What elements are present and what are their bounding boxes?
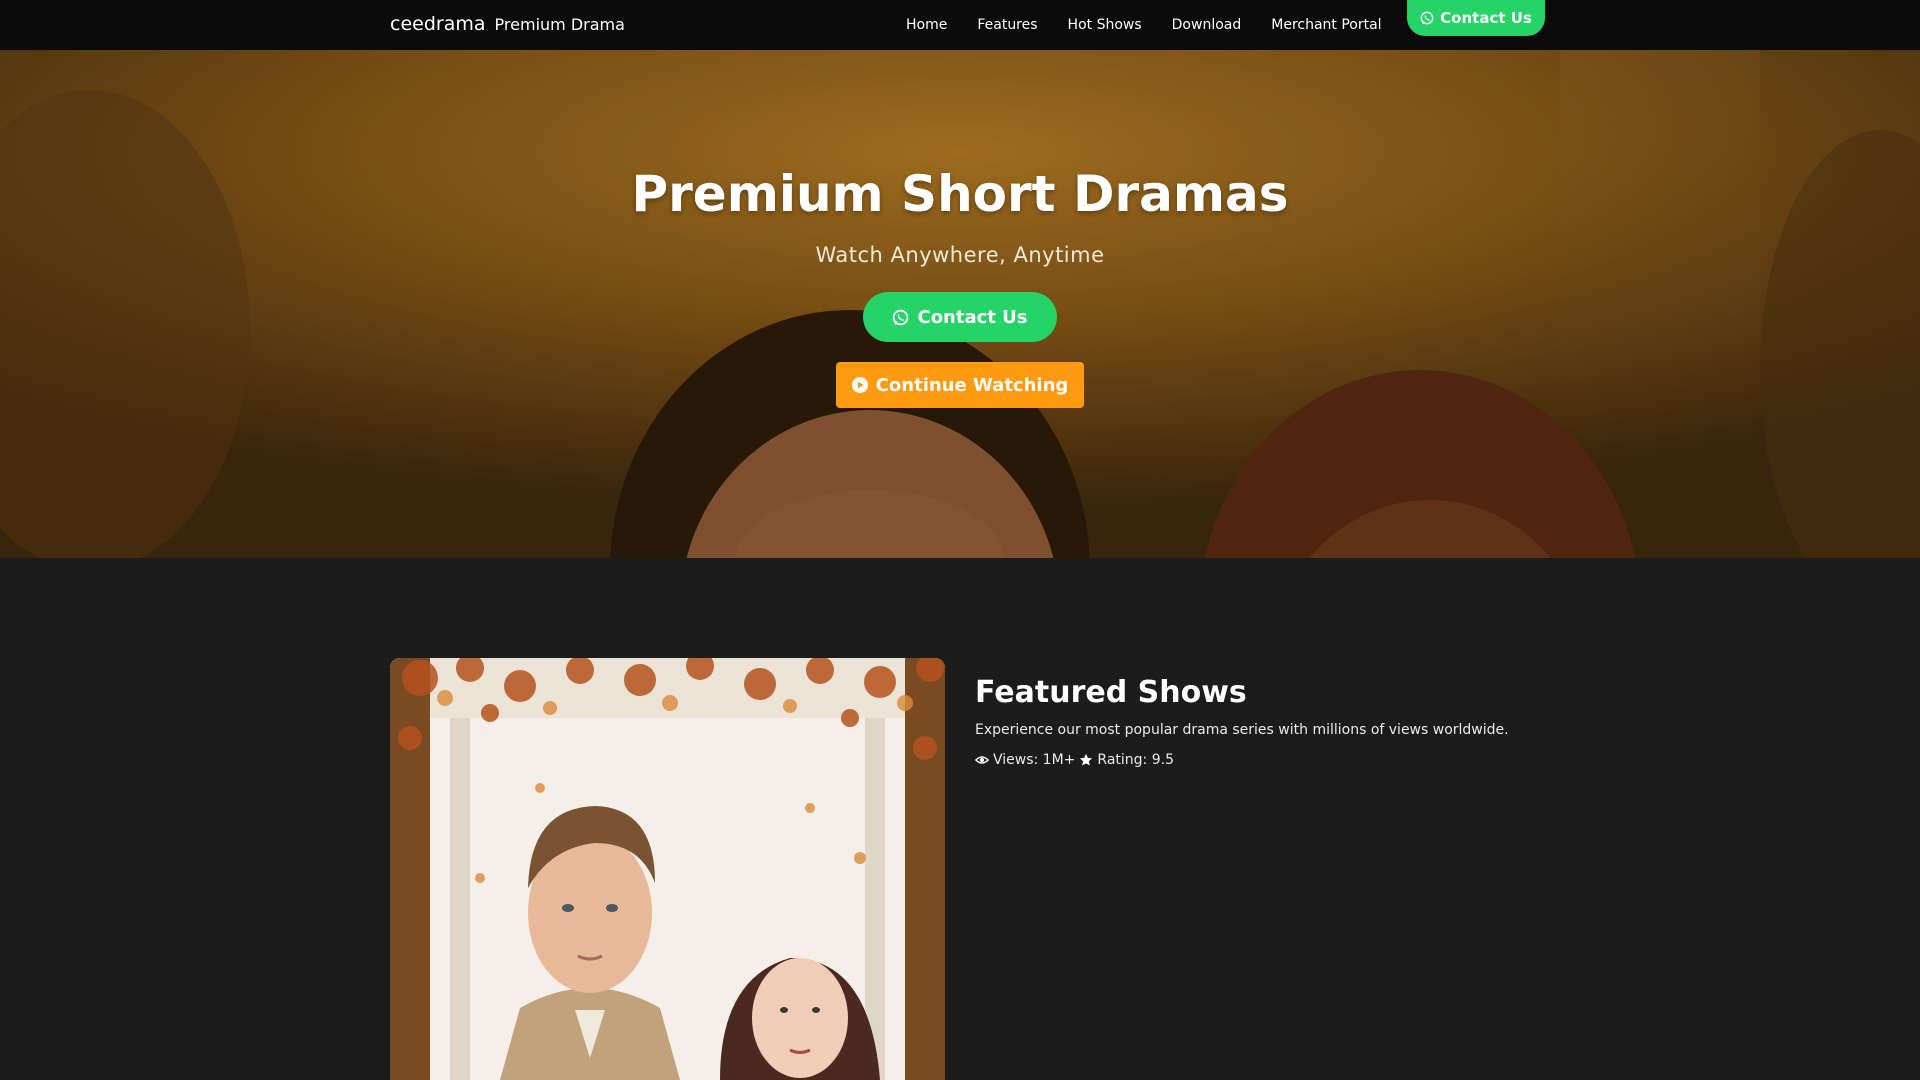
nav-link-home[interactable]: Home (891, 17, 962, 33)
nav-link-merchant-portal[interactable]: Merchant Portal (1256, 17, 1396, 33)
star-icon (1079, 753, 1093, 767)
nav-link-features[interactable]: Features (962, 17, 1052, 33)
brand-tagline: Premium Drama (494, 15, 625, 34)
whatsapp-icon (892, 309, 909, 326)
featured-show-poster[interactable] (390, 658, 945, 1080)
hero-banner: Premium Short Dramas Watch Anywhere, Any… (0, 50, 1920, 558)
whatsapp-icon (1420, 11, 1434, 25)
nav-link-hot-shows[interactable]: Hot Shows (1053, 17, 1157, 33)
nav-links: Home Features Hot Shows Download Merchan… (891, 0, 1397, 50)
nav-link-download[interactable]: Download (1157, 17, 1257, 33)
continue-watching-label: Continue Watching (875, 374, 1069, 396)
continue-watching-button[interactable]: Continue Watching (836, 362, 1084, 408)
featured-shows-title: Featured Shows (975, 675, 1247, 710)
brand-logo[interactable]: ceedrama Premium Drama (390, 13, 625, 35)
hero-contact-button[interactable]: Contact Us (863, 292, 1057, 342)
nav-contact-button[interactable]: Contact Us (1407, 0, 1545, 36)
navbar: ceedrama Premium Drama Home Features Hot… (0, 0, 1920, 50)
hero-subtitle: Watch Anywhere, Anytime (815, 243, 1105, 267)
views-count: Views: 1M+ (993, 752, 1076, 768)
play-circle-icon (851, 377, 868, 393)
hero-title: Premium Short Dramas (631, 165, 1289, 223)
eye-icon (975, 753, 989, 767)
poster-image (390, 658, 945, 1080)
nav-contact-label: Contact Us (1440, 9, 1532, 27)
brand-name: ceedrama (390, 13, 486, 35)
featured-shows-description: Experience our most popular drama series… (975, 722, 1509, 738)
hero-contact-label: Contact Us (917, 306, 1028, 328)
featured-shows-stats: Views: 1M+ Rating: 9.5 (975, 752, 1174, 768)
rating-value: Rating: 9.5 (1097, 752, 1174, 768)
